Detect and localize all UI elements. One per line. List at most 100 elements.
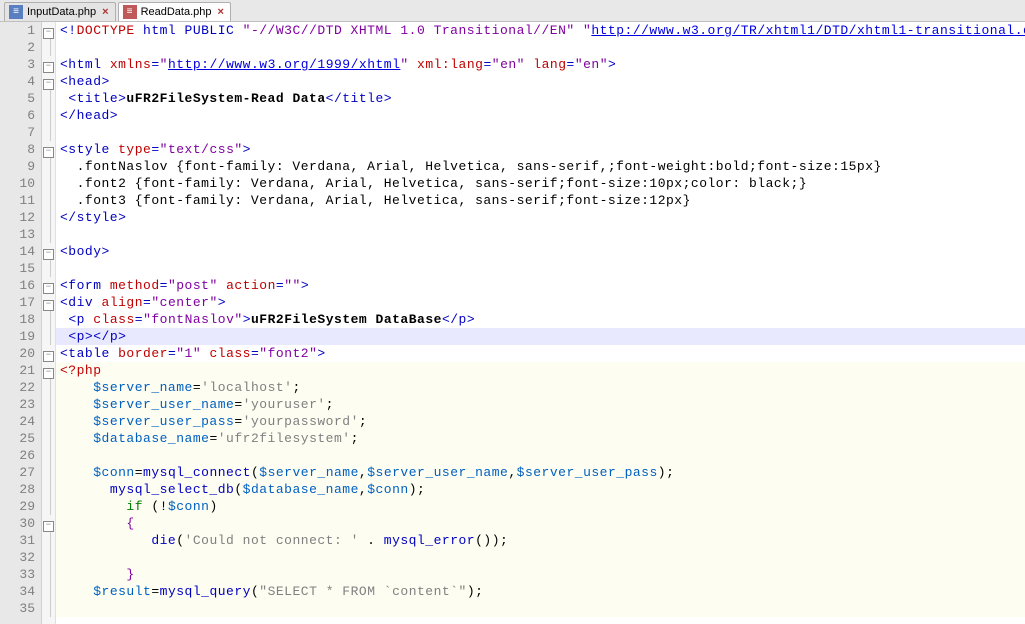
code-line[interactable] xyxy=(56,124,1025,141)
line-number: 5 xyxy=(0,90,35,107)
line-number: 12 xyxy=(0,209,35,226)
code-line[interactable]: <table border="1" class="font2"> xyxy=(56,345,1025,362)
fold-marker[interactable]: − xyxy=(42,362,55,379)
code-line[interactable] xyxy=(56,600,1025,617)
code-line[interactable]: <html xmlns="http://www.w3.org/1999/xhtm… xyxy=(56,56,1025,73)
code-line[interactable]: $server_user_pass='yourpassword'; xyxy=(56,413,1025,430)
line-number: 18 xyxy=(0,311,35,328)
fold-marker[interactable]: − xyxy=(42,141,55,158)
fold-marker xyxy=(42,90,55,107)
line-number: 29 xyxy=(0,498,35,515)
line-number: 2 xyxy=(0,39,35,56)
code-line[interactable]: <style type="text/css"> xyxy=(56,141,1025,158)
code-line[interactable]: <!DOCTYPE html PUBLIC "-//W3C//DTD XHTML… xyxy=(56,22,1025,39)
fold-marker xyxy=(42,600,55,617)
fold-marker[interactable]: − xyxy=(42,22,55,39)
fold-marker xyxy=(42,481,55,498)
fold-marker xyxy=(42,549,55,566)
fold-marker xyxy=(42,413,55,430)
fold-marker xyxy=(42,226,55,243)
line-number: 6 xyxy=(0,107,35,124)
code-line[interactable]: <head> xyxy=(56,73,1025,90)
close-icon[interactable]: × xyxy=(218,6,224,18)
code-line[interactable]: <title>uFR2FileSystem-Read Data</title> xyxy=(56,90,1025,107)
fold-marker[interactable]: − xyxy=(42,243,55,260)
line-number: 16 xyxy=(0,277,35,294)
line-number: 25 xyxy=(0,430,35,447)
code-line[interactable] xyxy=(56,226,1025,243)
line-number: 22 xyxy=(0,379,35,396)
file-icon: ≡ xyxy=(123,5,137,19)
line-number: 27 xyxy=(0,464,35,481)
tab-readdata-php[interactable]: ≡ ReadData.php × xyxy=(118,2,231,21)
line-number: 3 xyxy=(0,56,35,73)
code-line[interactable]: $server_user_name='youruser'; xyxy=(56,396,1025,413)
fold-marker xyxy=(42,158,55,175)
code-line[interactable]: .fontNaslov {font-family: Verdana, Arial… xyxy=(56,158,1025,175)
code-line[interactable]: .font3 {font-family: Verdana, Arial, Hel… xyxy=(56,192,1025,209)
code-line[interactable] xyxy=(56,549,1025,566)
fold-column[interactable]: −−−−−−−−−− xyxy=(42,22,56,624)
fold-marker xyxy=(42,175,55,192)
code-line[interactable] xyxy=(56,447,1025,464)
fold-marker[interactable]: − xyxy=(42,294,55,311)
line-number: 4 xyxy=(0,73,35,90)
fold-marker xyxy=(42,379,55,396)
line-number: 10 xyxy=(0,175,35,192)
code-line[interactable]: if (!$conn) xyxy=(56,498,1025,515)
line-number: 31 xyxy=(0,532,35,549)
close-icon[interactable]: × xyxy=(102,6,108,18)
file-icon: ≡ xyxy=(9,5,23,19)
code-line[interactable]: .font2 {font-family: Verdana, Arial, Hel… xyxy=(56,175,1025,192)
fold-marker xyxy=(42,430,55,447)
code-line[interactable]: <div align="center"> xyxy=(56,294,1025,311)
fold-marker xyxy=(42,464,55,481)
fold-marker[interactable]: − xyxy=(42,515,55,532)
line-number: 11 xyxy=(0,192,35,209)
fold-marker xyxy=(42,396,55,413)
fold-marker xyxy=(42,498,55,515)
line-number: 26 xyxy=(0,447,35,464)
line-number: 23 xyxy=(0,396,35,413)
code-line[interactable]: $result=mysql_query("SELECT * FROM `cont… xyxy=(56,583,1025,600)
tab-label: ReadData.php xyxy=(141,6,212,18)
line-number: 32 xyxy=(0,549,35,566)
code-line[interactable]: </style> xyxy=(56,209,1025,226)
fold-marker[interactable]: − xyxy=(42,345,55,362)
line-number: 20 xyxy=(0,345,35,362)
code-line[interactable] xyxy=(56,260,1025,277)
code-line[interactable]: <p></p> xyxy=(56,328,1025,345)
code-content[interactable]: <!DOCTYPE html PUBLIC "-//W3C//DTD XHTML… xyxy=(56,22,1025,624)
line-number: 14 xyxy=(0,243,35,260)
fold-marker[interactable]: − xyxy=(42,277,55,294)
tab-inputdata-php[interactable]: ≡ InputData.php × xyxy=(4,2,116,21)
fold-marker xyxy=(42,39,55,56)
code-line[interactable]: } xyxy=(56,566,1025,583)
code-line[interactable]: <form method="post" action=""> xyxy=(56,277,1025,294)
tab-label: InputData.php xyxy=(27,6,96,18)
line-number: 24 xyxy=(0,413,35,430)
code-line[interactable] xyxy=(56,39,1025,56)
fold-marker[interactable]: − xyxy=(42,73,55,90)
line-number: 30 xyxy=(0,515,35,532)
code-line[interactable]: die('Could not connect: ' . mysql_error(… xyxy=(56,532,1025,549)
fold-marker xyxy=(42,583,55,600)
line-number: 33 xyxy=(0,566,35,583)
editor-area[interactable]: 1234567891011121314151617181920212223242… xyxy=(0,22,1025,624)
fold-marker xyxy=(42,566,55,583)
line-number: 34 xyxy=(0,583,35,600)
code-line[interactable]: $server_name='localhost'; xyxy=(56,379,1025,396)
code-line[interactable]: $conn=mysql_connect($server_name,$server… xyxy=(56,464,1025,481)
code-line[interactable]: mysql_select_db($database_name,$conn); xyxy=(56,481,1025,498)
code-line[interactable]: <p class="fontNaslov">uFR2FileSystem Dat… xyxy=(56,311,1025,328)
fold-marker[interactable]: − xyxy=(42,56,55,73)
line-number: 17 xyxy=(0,294,35,311)
code-line[interactable]: <?php xyxy=(56,362,1025,379)
code-line[interactable]: </head> xyxy=(56,107,1025,124)
code-line[interactable]: $database_name='ufr2filesystem'; xyxy=(56,430,1025,447)
code-line[interactable]: <body> xyxy=(56,243,1025,260)
fold-marker xyxy=(42,260,55,277)
code-line[interactable]: { xyxy=(56,515,1025,532)
line-number: 9 xyxy=(0,158,35,175)
line-number: 1 xyxy=(0,22,35,39)
